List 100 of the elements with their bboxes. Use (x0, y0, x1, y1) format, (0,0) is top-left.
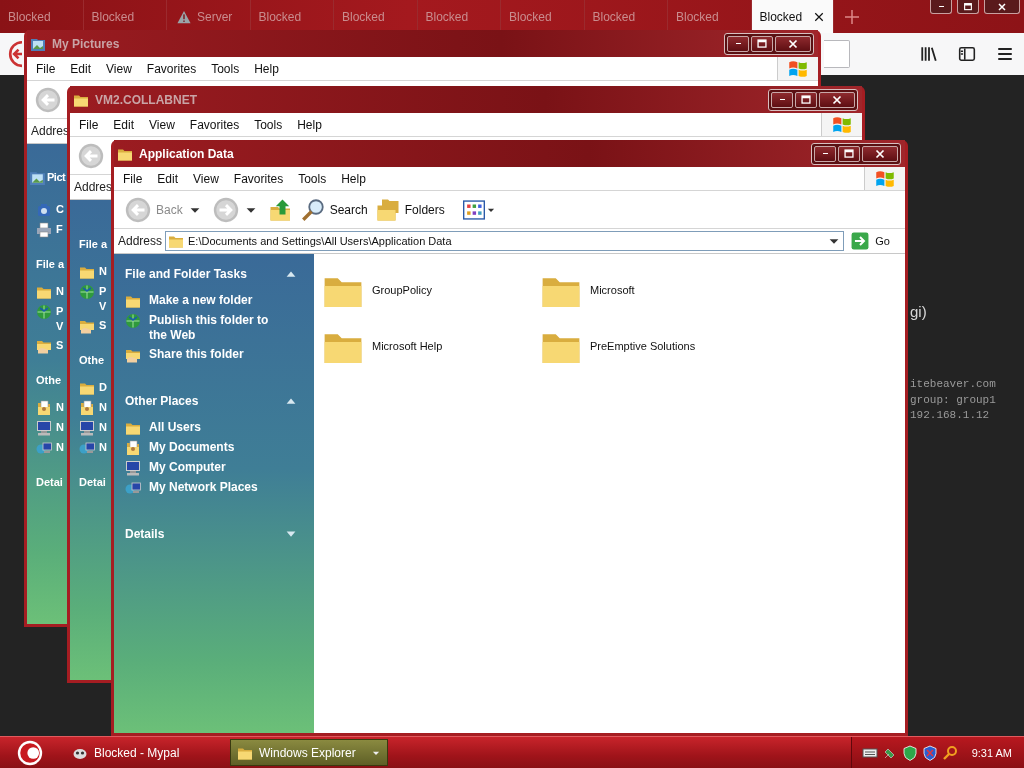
section-header[interactable]: Other Places (125, 394, 298, 408)
shared-folder-icon (36, 338, 52, 354)
maximize-button[interactable] (795, 91, 817, 108)
globe-icon (36, 304, 52, 320)
maximize-button[interactable] (751, 35, 773, 52)
menu-item[interactable]: Edit (113, 117, 135, 132)
close-button[interactable] (984, 0, 1020, 14)
shield-icon[interactable] (921, 744, 938, 761)
task-link[interactable]: My Computer (149, 460, 289, 475)
pane-link[interactable]: S (56, 338, 64, 353)
pane-link[interactable]: S (99, 318, 107, 333)
menu-icon[interactable] (996, 45, 1014, 63)
search-icon[interactable] (941, 744, 958, 761)
pane-link[interactable]: N (99, 264, 107, 279)
pane-link[interactable]: N (56, 440, 64, 455)
maximize-button[interactable] (957, 0, 979, 14)
search-button[interactable]: Search (297, 194, 371, 225)
folders-button[interactable]: Folders (372, 194, 448, 225)
pane-link[interactable]: F (56, 222, 63, 237)
forward-arrow-icon (212, 196, 239, 223)
menu-item[interactable]: Help (254, 61, 279, 76)
minimize-button[interactable] (771, 91, 793, 108)
minimize-button[interactable] (930, 0, 952, 14)
pane-link[interactable]: D (99, 380, 107, 395)
menu-item[interactable]: View (193, 171, 219, 186)
pane-heading: File a (36, 258, 65, 270)
menu-item[interactable]: Help (297, 117, 322, 132)
folder-name[interactable]: GroupPolicy (372, 284, 432, 296)
documents-folder-icon (79, 400, 95, 416)
folder-name[interactable]: PreEmptive Solutions (590, 340, 696, 352)
menu-item[interactable]: Favorites (146, 61, 197, 76)
minimize-button[interactable] (727, 35, 749, 52)
address-field[interactable]: E:\Documents and Settings\All Users\Application Data (165, 231, 845, 251)
pane-link[interactable]: N (56, 400, 64, 415)
pane-heading: Detai (36, 476, 63, 488)
window-title: VM2.COLLABNET (95, 92, 197, 107)
pane-link[interactable]: C (56, 202, 64, 217)
pane-link[interactable]: N (56, 420, 64, 435)
menu-item[interactable]: Edit (157, 171, 179, 186)
globe-icon (79, 284, 95, 300)
network-icon (125, 480, 141, 496)
task-link[interactable]: My Documents (149, 440, 289, 455)
minimize-icon (938, 5, 944, 8)
back-button[interactable]: Back (122, 194, 186, 225)
close-button[interactable] (775, 35, 811, 52)
menu-item[interactable]: Tools (211, 61, 240, 76)
close-button[interactable] (862, 145, 898, 162)
close-icon[interactable] (812, 10, 825, 23)
pane-link[interactable]: N (99, 440, 107, 455)
section-header[interactable]: Details (125, 527, 298, 541)
documents-folder-icon (125, 440, 141, 456)
taskbar-button[interactable]: Windows Explorer (230, 739, 388, 766)
menu-item[interactable]: Edit (70, 61, 92, 76)
search-icon (300, 197, 325, 222)
task-link[interactable]: Make a new folder (149, 293, 289, 308)
window-title: My Pictures (52, 36, 120, 51)
address-label: Address (118, 234, 163, 248)
go-button[interactable]: Go (847, 232, 902, 250)
documents-folder-icon (36, 400, 52, 416)
plus-icon (843, 8, 860, 25)
pane-link[interactable]: P (56, 304, 64, 319)
menu-item[interactable]: File (79, 117, 99, 132)
close-button[interactable] (819, 91, 855, 108)
menu-item[interactable]: Help (341, 171, 366, 186)
address-label: Addres (74, 180, 113, 194)
pane-link[interactable]: N (99, 400, 107, 415)
pane-link[interactable]: V (99, 299, 107, 314)
menu-item[interactable]: View (149, 117, 175, 132)
minimize-icon (822, 152, 828, 155)
pane-link[interactable]: N (99, 420, 107, 435)
menu-item[interactable]: Favorites (233, 171, 284, 186)
url-field[interactable] (824, 40, 850, 68)
back-button[interactable] (8, 40, 22, 68)
pane-heading: Detai (79, 476, 106, 488)
menu-item[interactable]: Favorites (189, 117, 240, 132)
pane-link[interactable]: P (99, 284, 107, 299)
menu-item[interactable]: Tools (298, 171, 327, 186)
menu-item[interactable]: View (106, 61, 132, 76)
task-link[interactable]: All Users (149, 420, 289, 435)
task-link[interactable]: My Network Places (149, 480, 289, 495)
sidebar-icon[interactable] (958, 45, 976, 63)
taskbar-button[interactable]: Blocked - Mypal (66, 739, 224, 766)
maximize-icon (799, 92, 813, 107)
minimize-button[interactable] (814, 145, 836, 162)
library-icon[interactable] (920, 45, 938, 63)
pane-link[interactable]: V (56, 319, 64, 334)
maximize-button[interactable] (838, 145, 860, 162)
pane-heading: File a (79, 238, 108, 250)
menu-item[interactable]: File (123, 171, 143, 186)
menu-item[interactable]: File (36, 61, 56, 76)
orb-icon (17, 739, 43, 766)
section-header[interactable]: File and Folder Tasks (125, 267, 298, 281)
folder-name[interactable]: Microsoft (590, 284, 635, 296)
menu-item[interactable]: Tools (254, 117, 283, 132)
folder-name[interactable]: Microsoft Help (372, 340, 443, 352)
clock: 9:31 AM (971, 746, 1012, 759)
pane-link[interactable]: N (56, 284, 64, 299)
task-link[interactable]: Publish this folder to the Web (149, 313, 289, 343)
shield-icon[interactable] (901, 744, 918, 761)
task-link[interactable]: Share this folder (149, 347, 289, 362)
